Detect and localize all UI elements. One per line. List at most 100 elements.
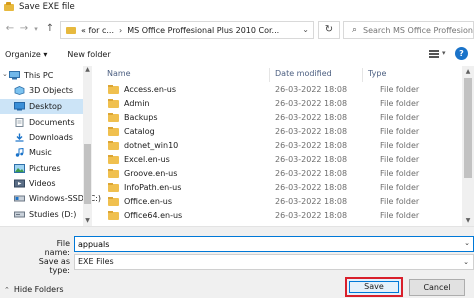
file-list: Name Date modified Type ^ Access.en-us 2… bbox=[92, 66, 462, 226]
table-row[interactable]: dotnet_win10 26-03-2022 18:08 File folde… bbox=[104, 139, 459, 152]
folder-icon bbox=[108, 155, 119, 164]
desktop-icon bbox=[14, 102, 25, 111]
refresh-button[interactable]: ↻ bbox=[318, 21, 340, 39]
breadcrumb-separator-icon[interactable]: › bbox=[119, 26, 122, 35]
file-name: InfoPath.en-us bbox=[124, 183, 182, 192]
nav-item-label: Music bbox=[29, 148, 52, 157]
file-name: Office64.en-us bbox=[124, 211, 183, 220]
address-bar[interactable]: « for c... › MS Office Proffesional Plus… bbox=[60, 21, 314, 39]
nav-item-desktop[interactable]: Desktop bbox=[0, 99, 83, 114]
nav-item-videos[interactable]: Videos bbox=[0, 176, 83, 191]
scroll-up-icon[interactable]: ▲ bbox=[462, 66, 474, 77]
column-header-type[interactable]: Type bbox=[368, 66, 386, 82]
file-type: File folder bbox=[380, 169, 420, 178]
file-type: File folder bbox=[380, 155, 420, 164]
nav-item-downloads[interactable]: Downloads bbox=[0, 130, 83, 145]
nav-item-documents[interactable]: Documents bbox=[0, 115, 83, 130]
view-dropdown-icon[interactable]: ▾ bbox=[442, 49, 446, 57]
hide-folders-button[interactable]: ⌃ Hide Folders bbox=[4, 285, 64, 294]
forward-arrow-icon[interactable]: → bbox=[18, 22, 30, 36]
scroll-thumb[interactable] bbox=[464, 78, 472, 178]
scroll-down-icon[interactable]: ▼ bbox=[462, 215, 474, 226]
breadcrumb-current[interactable]: MS Office Proffesional Plus 2010 Cor... bbox=[127, 26, 279, 35]
nav-item-studies[interactable]: Studies (D:) bbox=[0, 207, 83, 222]
nav-item-label: Downloads bbox=[29, 133, 73, 142]
file-name: Backups bbox=[124, 113, 158, 122]
file-date: 26-03-2022 18:08 bbox=[275, 197, 348, 206]
file-name: Admin bbox=[124, 99, 150, 108]
search-box[interactable]: ⌕ bbox=[343, 21, 474, 39]
nav-item-music[interactable]: Music bbox=[0, 145, 83, 160]
file-type: File folder bbox=[380, 99, 420, 108]
cancel-button[interactable]: Cancel bbox=[409, 279, 465, 296]
breadcrumb-parent[interactable]: « for c... bbox=[81, 26, 114, 35]
nav-item-pictures[interactable]: Pictures bbox=[0, 161, 83, 176]
back-arrow-icon[interactable]: ← bbox=[4, 22, 16, 36]
new-folder-button[interactable]: New folder bbox=[67, 50, 110, 59]
table-row[interactable]: InfoPath.en-us 26-03-2022 18:08 File fol… bbox=[104, 181, 459, 194]
table-row[interactable]: Office.en-us 26-03-2022 18:08 File folde… bbox=[104, 195, 459, 208]
window-title: Save EXE file bbox=[19, 2, 75, 12]
table-row[interactable]: Catalog 26-03-2022 18:08 File folder bbox=[104, 125, 459, 138]
download-icon bbox=[14, 133, 25, 142]
save-as-type-value: EXE Files bbox=[78, 257, 114, 266]
scroll-down-icon[interactable]: ▼ bbox=[83, 217, 92, 226]
save-button[interactable]: Save bbox=[345, 277, 403, 297]
table-row[interactable]: Excel.en-us 26-03-2022 18:08 File folder bbox=[104, 153, 459, 166]
folder-icon bbox=[108, 127, 119, 136]
drive-icon bbox=[14, 210, 25, 219]
folder-icon bbox=[108, 183, 119, 192]
file-type: File folder bbox=[380, 85, 420, 94]
help-icon[interactable]: ? bbox=[455, 47, 468, 60]
folder-icon bbox=[108, 113, 119, 122]
file-name-input[interactable] bbox=[74, 236, 474, 252]
view-options-button[interactable] bbox=[427, 47, 441, 61]
column-header-date[interactable]: Date modified bbox=[275, 66, 332, 82]
scroll-thumb[interactable] bbox=[84, 144, 91, 204]
scroll-up-icon[interactable]: ▲ bbox=[83, 66, 92, 75]
table-row[interactable]: Access.en-us 26-03-2022 18:08 File folde… bbox=[104, 83, 459, 96]
save-form: File name: ⌄ Save as type: EXE Files ⌄ ⌃… bbox=[0, 226, 474, 298]
organize-button[interactable]: Organize ▾ bbox=[5, 50, 47, 59]
table-row[interactable]: Backups 26-03-2022 18:08 File folder bbox=[104, 111, 459, 124]
folder-icon bbox=[108, 141, 119, 150]
search-input[interactable] bbox=[363, 25, 473, 35]
file-name: Groove.en-us bbox=[124, 169, 178, 178]
nav-item-label: 3D Objects bbox=[29, 86, 74, 95]
chevron-up-icon: ⌃ bbox=[4, 285, 10, 294]
nav-item-3d-objects[interactable]: 3D Objects bbox=[0, 83, 83, 98]
up-arrow-icon[interactable]: ↑ bbox=[44, 22, 56, 36]
nav-item-label: Documents bbox=[29, 118, 75, 127]
table-row[interactable]: Groove.en-us 26-03-2022 18:08 File folde… bbox=[104, 167, 459, 180]
save-as-type-label: Save as type: bbox=[38, 257, 70, 275]
recent-dropdown-icon[interactable]: ▾ bbox=[30, 22, 42, 36]
chevron-down-icon[interactable]: ⌄ bbox=[464, 239, 470, 247]
file-date: 26-03-2022 18:08 bbox=[275, 141, 348, 150]
file-type: File folder bbox=[380, 197, 420, 206]
toolbar: Organize ▾ New folder ▾ ? bbox=[0, 45, 474, 63]
file-type: File folder bbox=[380, 127, 420, 136]
file-date: 26-03-2022 18:08 bbox=[275, 99, 348, 108]
hide-folders-label: Hide Folders bbox=[13, 285, 64, 294]
folder-icon bbox=[4, 2, 14, 12]
sort-arrow-icon: ^ bbox=[240, 66, 246, 71]
file-list-scrollbar[interactable]: ▲ ▼ bbox=[462, 66, 474, 226]
column-header-name[interactable]: Name bbox=[107, 66, 131, 82]
nav-scrollbar[interactable]: ▲ ▼ bbox=[83, 66, 92, 226]
music-icon bbox=[14, 147, 25, 157]
file-type: File folder bbox=[380, 141, 420, 150]
table-row[interactable]: Admin 26-03-2022 18:08 File folder bbox=[104, 97, 459, 110]
file-date: 26-03-2022 18:08 bbox=[275, 211, 348, 220]
file-type: File folder bbox=[380, 113, 420, 122]
chevron-down-icon[interactable]: ⌄ bbox=[302, 25, 309, 34]
folder-icon bbox=[108, 85, 119, 94]
nav-item-windows-ssd[interactable]: Windows-SSD (C:) bbox=[0, 191, 101, 206]
table-row[interactable]: Office64.en-us 26-03-2022 18:08 File fol… bbox=[104, 209, 459, 222]
nav-item-label: Studies (D:) bbox=[29, 210, 77, 219]
save-as-type-select[interactable]: EXE Files ⌄ bbox=[74, 254, 474, 270]
cube-icon bbox=[14, 86, 25, 95]
navigation-pane: ⌄ This PC 3D Objects Desktop Documents D… bbox=[0, 66, 101, 226]
nav-item-this-pc[interactable]: This PC bbox=[0, 68, 83, 83]
computer-icon bbox=[9, 71, 20, 80]
videos-icon bbox=[14, 179, 25, 188]
